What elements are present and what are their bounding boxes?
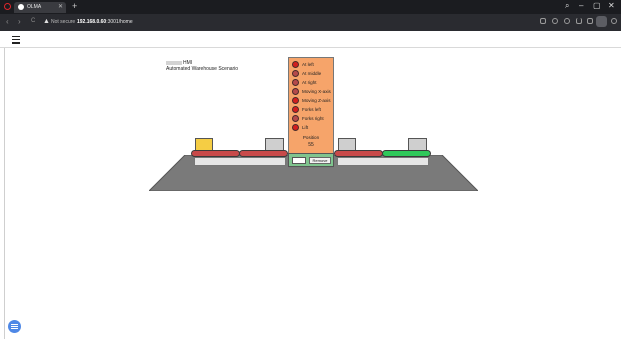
floating-menu-button[interactable] (8, 320, 21, 333)
page-subtitle: Automated Warehouse Scenario (166, 66, 239, 72)
favicon-icon (18, 4, 24, 10)
not-secure-warning-icon[interactable]: ▲ (43, 18, 50, 25)
remove-button[interactable]: Remove (309, 157, 331, 164)
status-led-icon (292, 106, 299, 113)
position-value: 55 (308, 142, 314, 148)
close-window-button[interactable]: ✕ (608, 1, 615, 10)
url-field[interactable]: 192.168.0.60:3001/home (77, 19, 133, 25)
sidebar-edge (4, 48, 5, 339)
maximize-button[interactable]: ▢ (593, 1, 601, 10)
snapshot-icon[interactable] (540, 18, 546, 24)
menu-lines-icon (11, 324, 18, 330)
reload-button[interactable]: C (31, 18, 35, 24)
remove-input[interactable] (292, 157, 306, 164)
extension-icon[interactable] (596, 16, 607, 27)
forward-button[interactable]: › (18, 17, 21, 26)
url-path: :3001/home (106, 19, 133, 25)
position-label: Position (302, 135, 320, 140)
status-label: At right (302, 80, 317, 85)
status-led-icon (292, 70, 299, 77)
status-panel: At left At middle At right Moving X-axis… (288, 57, 334, 168)
status-led-icon (292, 124, 299, 131)
back-button[interactable]: ‹ (6, 17, 9, 26)
status-label: At left (302, 62, 314, 67)
conveyor-belt (334, 150, 383, 157)
status-label: Moving Z-axis (302, 98, 331, 103)
status-label: Moving X-axis (302, 89, 331, 94)
security-label[interactable]: Not secure (51, 19, 75, 25)
browser-tab-bar: OLMA ✕ + ⌕ – ▢ ✕ (0, 0, 621, 14)
status-led-icon (292, 88, 299, 95)
tab-close-icon[interactable]: ✕ (58, 3, 63, 10)
remove-controls: Remove (288, 153, 334, 167)
status-led-icon (292, 97, 299, 104)
conveyor-belt (191, 150, 240, 157)
vpn-icon[interactable] (552, 18, 558, 24)
left-platform (194, 157, 286, 166)
status-led-icon (292, 61, 299, 68)
conveyor-belt (239, 150, 288, 157)
right-platform (337, 157, 429, 166)
url-host: 192.168.0.60 (77, 19, 107, 25)
minimize-button[interactable]: – (579, 1, 583, 10)
status-label: Forks left (302, 107, 321, 112)
address-bar: ‹ › C ▲ Not secure 192.168.0.60:3001/hom… (0, 14, 621, 31)
opera-logo-icon[interactable] (4, 3, 11, 10)
status-led-icon (292, 115, 299, 122)
tab-search-icon[interactable]: ⌕ (565, 1, 569, 11)
status-label: Lift (302, 125, 309, 130)
download-icon[interactable] (576, 18, 582, 24)
status-led-icon (292, 79, 299, 86)
status-label: At middle (302, 71, 322, 76)
status-label: Forks right (302, 116, 324, 121)
profile-icon[interactable] (611, 18, 617, 24)
logo-placeholder (166, 60, 182, 65)
heart-icon[interactable] (564, 18, 570, 24)
hamburger-menu-icon[interactable] (12, 36, 20, 46)
tab-title: OLMA (27, 4, 42, 10)
page-title-block: HMI Automated Warehouse Scenario (166, 60, 238, 72)
new-tab-button[interactable]: + (72, 1, 77, 11)
header-divider (0, 47, 621, 48)
browser-tab[interactable]: OLMA ✕ (14, 2, 66, 13)
conveyor-belt-active (382, 150, 431, 157)
menu-icon[interactable] (587, 18, 593, 24)
